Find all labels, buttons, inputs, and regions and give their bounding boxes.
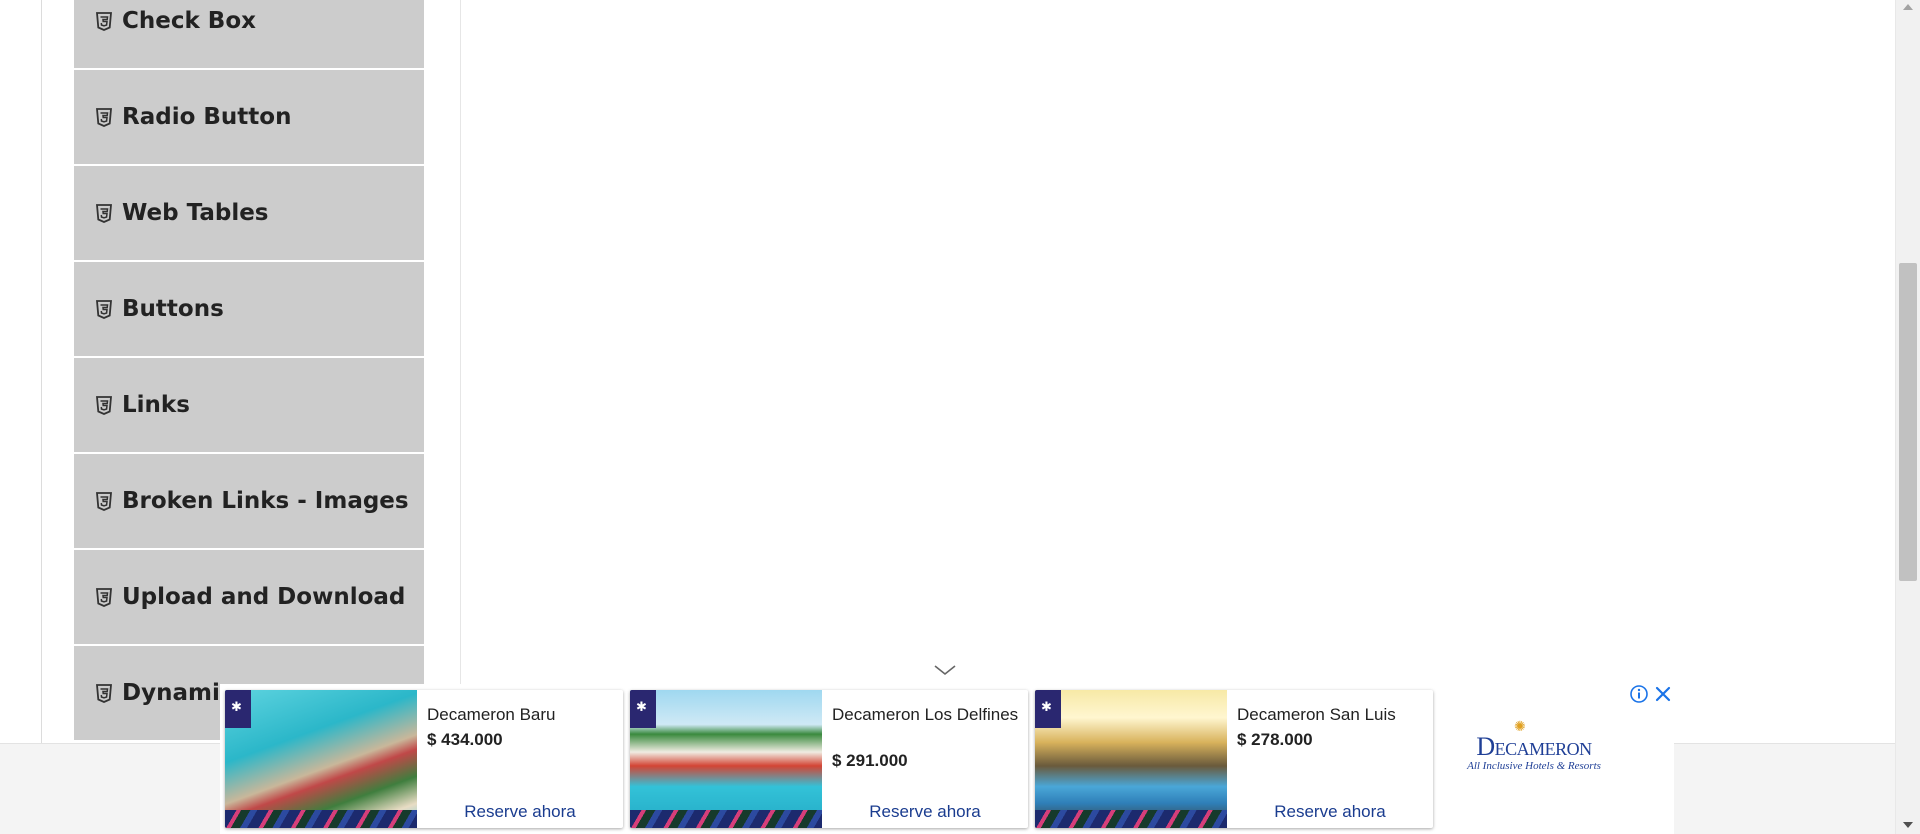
menu-item-buttons[interactable]: Buttons (74, 262, 424, 358)
html5-icon (96, 107, 112, 127)
left-divider (41, 0, 42, 743)
content-divider (460, 0, 461, 743)
html5-icon (96, 299, 112, 319)
brand-name: Decameron (1476, 732, 1592, 761)
html5-icon (96, 683, 112, 703)
brand-tagline: All Inclusive Hotels & Resorts (1467, 760, 1601, 772)
decorative-pattern (225, 810, 417, 828)
scroll-down-arrow-icon[interactable] (1903, 822, 1913, 828)
menu-item-label: Dynamic (122, 680, 234, 706)
ad-card[interactable]: Decameron Baru $ 434.000 Reserve ahora (225, 690, 623, 828)
menu-item-check-box[interactable]: Check Box (74, 0, 424, 70)
decameron-logo[interactable]: ✺ Decameron All Inclusive Hotels & Resor… (1452, 718, 1616, 772)
html5-icon (96, 203, 112, 223)
ad-price: $ 434.000 (427, 730, 503, 749)
scroll-up-arrow-icon[interactable] (1903, 4, 1913, 10)
page: Check Box Radio Button Web Tables Button… (0, 0, 1920, 834)
ad-card[interactable]: Decameron Los Delfines $ 291.000 Reserve… (630, 690, 1028, 828)
ad-close-icon[interactable] (1653, 684, 1673, 704)
ad-hotel-name: Decameron Baru (427, 705, 556, 724)
scrollbar-thumb[interactable] (1899, 263, 1917, 581)
html5-icon (96, 395, 112, 415)
menu-item-label: Radio Button (122, 104, 292, 130)
menu-item-label: Links (122, 392, 190, 418)
html5-icon (96, 587, 112, 607)
reserve-button[interactable]: Reserve ahora (417, 802, 623, 822)
ad-price: $ 278.000 (1237, 730, 1313, 749)
menu-item-label: Broken Links - Images (122, 488, 409, 514)
ad-card[interactable]: Decameron San Luis $ 278.000 Reserve aho… (1035, 690, 1433, 828)
menu-item-upload-download[interactable]: Upload and Download (74, 550, 424, 646)
menu-item-label: Upload and Download (122, 584, 406, 610)
ad-collapse-chevron-icon[interactable] (933, 662, 957, 678)
menu-item-web-tables[interactable]: Web Tables (74, 166, 424, 262)
ad-price: $ 291.000 (832, 751, 908, 770)
menu-item-radio-button[interactable]: Radio Button (74, 70, 424, 166)
menu-item-broken-links[interactable]: Broken Links - Images (74, 454, 424, 550)
html5-icon (96, 491, 112, 511)
html5-icon (96, 11, 112, 31)
ad-hotel-name: Decameron San Luis (1237, 705, 1396, 724)
hotel-photo (630, 690, 822, 828)
brand-logo-icon (1035, 690, 1061, 728)
menu-item-label: Buttons (122, 296, 224, 322)
menu-item-label: Check Box (122, 8, 256, 34)
menu-item-links[interactable]: Links (74, 358, 424, 454)
hotel-photo (1035, 690, 1227, 828)
adchoices-info-icon[interactable] (1629, 684, 1649, 704)
vertical-scrollbar[interactable] (1895, 0, 1920, 834)
hotel-photo (225, 690, 417, 828)
reserve-button[interactable]: Reserve ahora (1227, 802, 1433, 822)
menu-item-label: Web Tables (122, 200, 269, 226)
ad-banner: Decameron Baru $ 434.000 Reserve ahora D… (220, 684, 1674, 834)
ad-hotel-name: Decameron Los Delfines (832, 705, 1019, 724)
elements-menu: Check Box Radio Button Web Tables Button… (74, 0, 424, 742)
brand-logo-icon (225, 690, 251, 728)
decorative-pattern (1035, 810, 1227, 828)
reserve-button[interactable]: Reserve ahora (822, 802, 1028, 822)
decorative-pattern (630, 810, 822, 828)
brand-logo-icon (630, 690, 656, 728)
palm-icon: ✺ (1514, 718, 1526, 734)
